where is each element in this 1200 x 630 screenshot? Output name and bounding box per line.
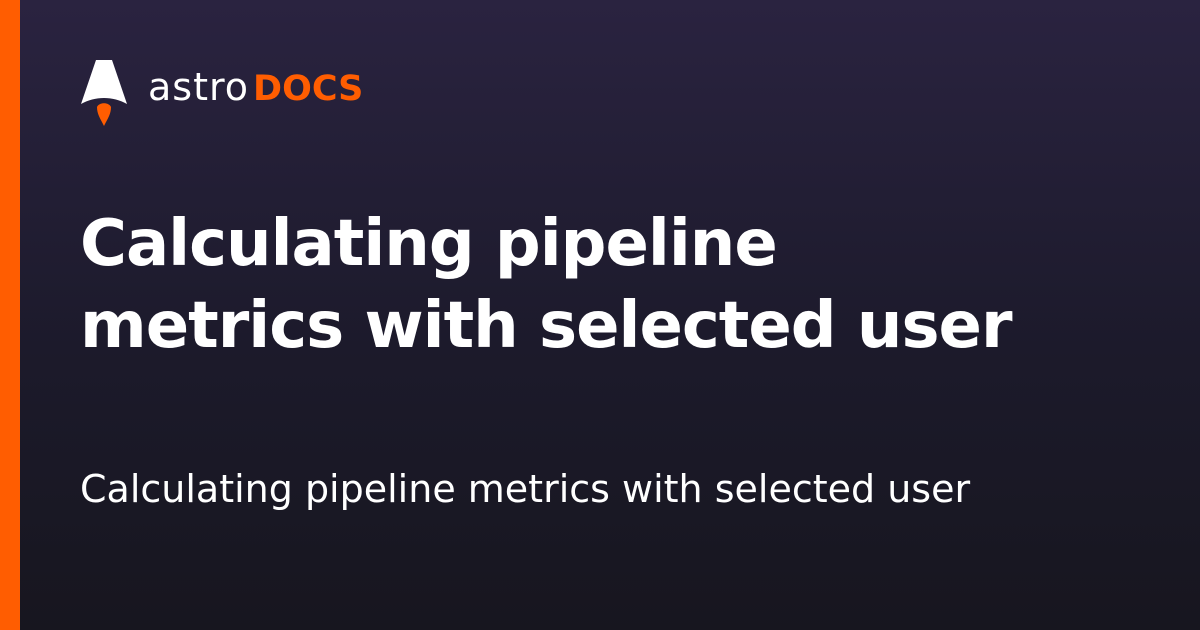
logo-wordmark: astro DOCS	[148, 68, 363, 107]
logo-product: DOCS	[253, 69, 364, 109]
astro-docs-logo: astro DOCS	[80, 58, 363, 130]
page-title: Calculating pipeline metrics with select…	[80, 207, 1013, 363]
page-description: Calculating pipeline metrics with select…	[80, 467, 971, 511]
accent-bar	[0, 0, 20, 630]
logo-word: astro	[148, 65, 250, 109]
astro-rocket-icon	[81, 60, 127, 126]
